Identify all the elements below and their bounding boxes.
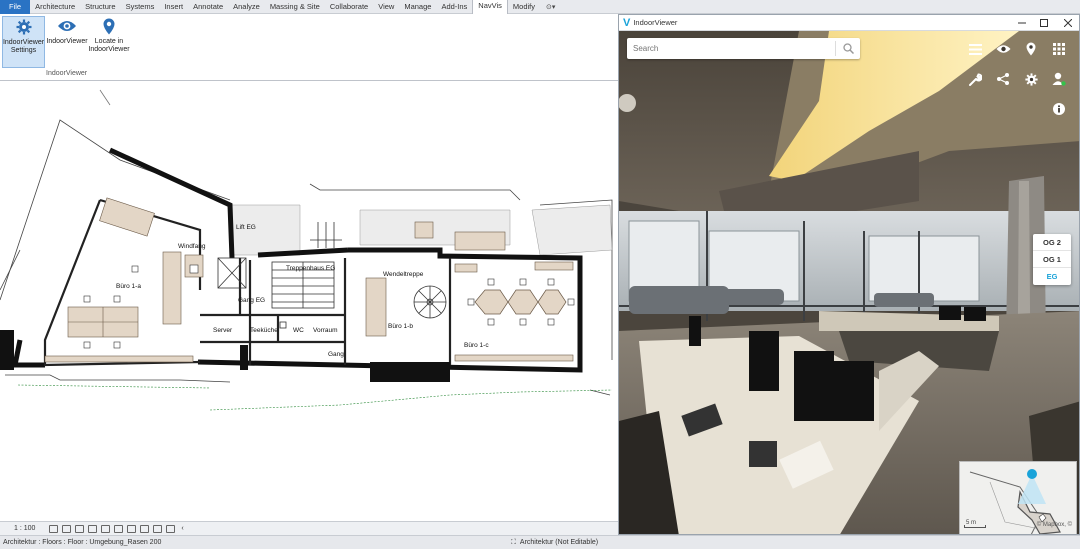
minimap[interactable]: 5 m © Mapbox, © xyxy=(959,461,1077,534)
visual-style-icon[interactable] xyxy=(62,524,72,533)
room-label: Windfang xyxy=(178,243,206,250)
highlight-displacement-icon[interactable] xyxy=(166,524,176,533)
share-icon[interactable] xyxy=(995,71,1011,87)
search-icon xyxy=(842,43,854,54)
detail-level-icon[interactable] xyxy=(49,524,59,533)
button-label: IndoorViewer xyxy=(46,38,88,45)
close-button[interactable] xyxy=(1057,15,1079,31)
panorama-view[interactable] xyxy=(619,31,1080,535)
tab-structure[interactable]: Structure xyxy=(80,0,120,14)
gear-icon[interactable] xyxy=(1023,71,1039,87)
tab-navvis[interactable]: NavVis xyxy=(472,0,508,14)
tab-analyze[interactable]: Analyze xyxy=(228,0,265,14)
panel-label: IndoorViewer xyxy=(46,70,88,77)
crop-view-icon[interactable] xyxy=(101,524,111,533)
eye-icon[interactable] xyxy=(995,41,1011,57)
button-label: Locate in xyxy=(94,38,124,45)
indoorviewer-window: V IndoorViewer Search OG 2 OG 1 EG 5 m ©… xyxy=(618,14,1080,535)
workset-icon: ⛶ xyxy=(511,538,516,546)
room-label: Büro 1-c xyxy=(464,342,489,349)
floor-button-og2[interactable]: OG 2 xyxy=(1033,234,1071,251)
location-pin-icon xyxy=(98,16,120,36)
active-workset[interactable]: Architektur (Not Editable) xyxy=(520,539,598,546)
floor-button-eg[interactable]: EG xyxy=(1033,268,1071,285)
temporary-hide-icon[interactable] xyxy=(127,524,137,533)
window-title: IndoorViewer xyxy=(633,18,678,27)
view-control-bar: 1 : 100 ‹ xyxy=(0,521,618,535)
tab-view[interactable]: View xyxy=(373,0,399,14)
locate-in-indoorviewer-button[interactable]: Locate in IndoorViewer xyxy=(88,16,130,68)
button-label: Settings xyxy=(10,47,37,54)
floor-selector: OG 2 OG 1 EG xyxy=(1033,234,1071,285)
tab-insert[interactable]: Insert xyxy=(159,0,188,14)
layers-list-icon[interactable] xyxy=(967,41,983,57)
status-text: Architektur : Floors : Floor : Umgebung_… xyxy=(3,539,162,546)
tab-add-ins[interactable]: Add-Ins xyxy=(436,0,472,14)
gear-icon xyxy=(13,17,35,37)
chevron-left-icon[interactable]: ‹ xyxy=(181,525,183,532)
online-status-dot xyxy=(1061,81,1066,86)
room-label: Büro 1-a xyxy=(116,283,141,290)
info-icon[interactable] xyxy=(1051,101,1067,117)
room-label: WC xyxy=(293,327,304,334)
user-account-icon[interactable] xyxy=(1051,71,1067,87)
analytical-model-icon[interactable] xyxy=(153,524,163,533)
indoorviewer-titlebar[interactable]: V IndoorViewer xyxy=(619,15,1079,31)
sun-path-icon[interactable] xyxy=(75,524,85,533)
room-label: Gang xyxy=(328,351,344,358)
indoorviewer-settings-button[interactable]: IndoorViewer Settings xyxy=(2,16,45,68)
tab-systems[interactable]: Systems xyxy=(121,0,160,14)
reveal-hidden-icon[interactable] xyxy=(140,524,150,533)
viewer-position-dot xyxy=(1027,469,1037,479)
room-label: Lift EG xyxy=(236,224,256,231)
button-label: IndoorViewer xyxy=(2,39,45,46)
map-attribution: © Mapbox, © xyxy=(1036,522,1072,528)
tab-massing-site[interactable]: Massing & Site xyxy=(265,0,325,14)
search-button[interactable] xyxy=(836,43,860,54)
tab-file[interactable]: File xyxy=(0,0,31,14)
wrench-icon[interactable] xyxy=(967,71,983,87)
minimize-button[interactable] xyxy=(1011,15,1033,31)
grid-apps-icon[interactable] xyxy=(1051,41,1067,57)
room-label: Büro 1-b xyxy=(388,323,413,330)
room-label: Wendeltreppe xyxy=(383,271,424,278)
status-bar: Architektur : Floors : Floor : Umgebung_… xyxy=(0,535,1080,549)
indoorviewer-button[interactable]: IndoorViewer xyxy=(46,16,88,68)
shadows-icon[interactable] xyxy=(88,524,98,533)
tab-collaborate[interactable]: Collaborate xyxy=(325,0,373,14)
floorplan-view[interactable]: Büro 1-a Windfang Lift EG Treppenhaus EG… xyxy=(0,82,618,520)
floorplan-drawing: Büro 1-a Windfang Lift EG Treppenhaus EG… xyxy=(0,89,613,411)
show-crop-region-icon[interactable] xyxy=(114,524,124,533)
room-label: Treppenhaus EG xyxy=(286,265,335,272)
button-label: IndoorViewer xyxy=(88,46,130,53)
tab-annotate[interactable]: Annotate xyxy=(188,0,228,14)
location-pin-icon[interactable] xyxy=(1023,41,1039,57)
indoorviewer-logo: V xyxy=(623,16,631,29)
view-scale[interactable]: 1 : 100 xyxy=(14,525,35,532)
search-bar xyxy=(627,38,860,59)
room-label: Teeküche xyxy=(250,327,278,334)
floor-button-og1[interactable]: OG 1 xyxy=(1033,251,1071,268)
tab-modify[interactable]: Modify xyxy=(508,0,540,14)
room-label: Gang EG xyxy=(238,297,265,304)
ribbon-panel: IndoorViewer Settings IndoorViewer Locat… xyxy=(0,14,618,81)
tab-manage[interactable]: Manage xyxy=(399,0,436,14)
search-input[interactable] xyxy=(627,38,835,59)
room-label: Server xyxy=(213,327,233,334)
scale-label: 5 m xyxy=(966,520,977,526)
contextual-dropdown[interactable]: ⊙▾ xyxy=(540,3,561,11)
ribbon-tab-bar: File Architecture Structure Systems Inse… xyxy=(0,0,1080,14)
maximize-button[interactable] xyxy=(1033,15,1055,31)
room-label: Vorraum xyxy=(313,327,338,334)
tab-architecture[interactable]: Architecture xyxy=(30,0,80,14)
eye-icon xyxy=(56,16,78,36)
